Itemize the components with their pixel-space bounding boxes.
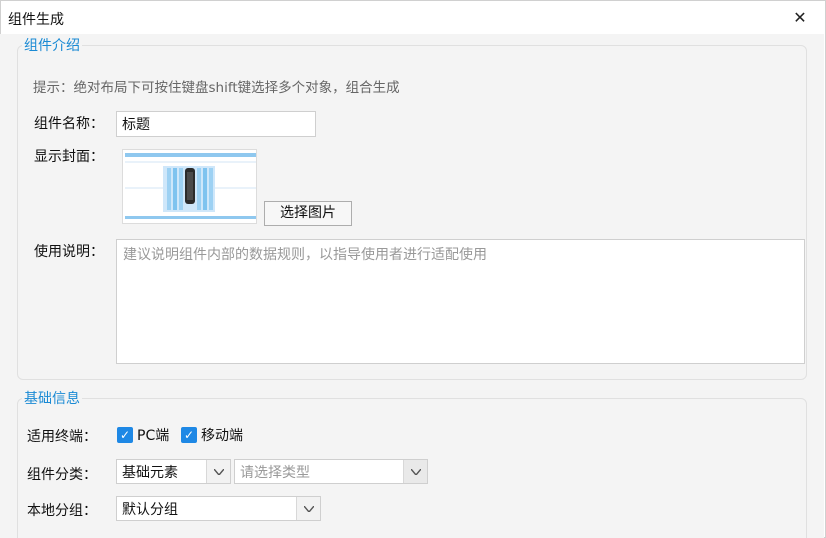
hint-text: 提示：绝对布局下可按住键盘shift键选择多个对象，组合生成 bbox=[33, 80, 400, 96]
component-name-label: 组件名称： bbox=[34, 116, 104, 132]
type-select[interactable]: 请选择类型 bbox=[234, 459, 428, 484]
close-icon[interactable]: ✕ bbox=[787, 7, 813, 29]
select-image-button[interactable]: 选择图片 bbox=[264, 201, 352, 226]
category-label: 组件分类： bbox=[27, 467, 97, 483]
basic-info-legend: 基础信息 bbox=[22, 388, 82, 408]
category-select[interactable]: 基础元素 bbox=[116, 459, 231, 484]
checkmark-icon: ✓ bbox=[117, 427, 133, 443]
pc-checkbox[interactable]: ✓ PC端 bbox=[117, 425, 169, 445]
intro-legend: 组件介绍 bbox=[22, 35, 82, 55]
mobile-checkbox-label: 移动端 bbox=[201, 428, 243, 444]
chevron-down-icon bbox=[403, 460, 427, 483]
cover-preview-image bbox=[123, 150, 256, 223]
pc-checkbox-label: PC端 bbox=[137, 428, 170, 444]
dialog-content: 组件介绍 提示：绝对布局下可按住键盘shift键选择多个对象，组合生成 组件名称… bbox=[0, 34, 824, 538]
category-select-value: 基础元素 bbox=[122, 464, 178, 481]
terminal-label: 适用终端： bbox=[27, 429, 97, 445]
chevron-down-icon bbox=[206, 460, 230, 483]
cover-label: 显示封面： bbox=[34, 149, 104, 165]
chevron-down-icon bbox=[296, 497, 320, 520]
cover-thumbnail bbox=[122, 149, 257, 224]
local-group-label: 本地分组： bbox=[27, 503, 97, 519]
local-group-select-value: 默认分组 bbox=[122, 501, 178, 518]
title-bar: 组件生成 ✕ bbox=[1, 1, 825, 35]
mobile-checkbox[interactable]: ✓ 移动端 bbox=[181, 425, 243, 445]
local-group-select[interactable]: 默认分组 bbox=[116, 496, 321, 521]
component-name-input[interactable] bbox=[116, 111, 316, 137]
window-title: 组件生成 bbox=[8, 12, 64, 28]
usage-textarea[interactable]: 建议说明组件内部的数据规则，以指导使用者进行适配使用 bbox=[116, 239, 805, 364]
usage-label: 使用说明： bbox=[34, 244, 104, 260]
checkmark-icon: ✓ bbox=[181, 427, 197, 443]
type-select-placeholder: 请选择类型 bbox=[240, 464, 310, 481]
